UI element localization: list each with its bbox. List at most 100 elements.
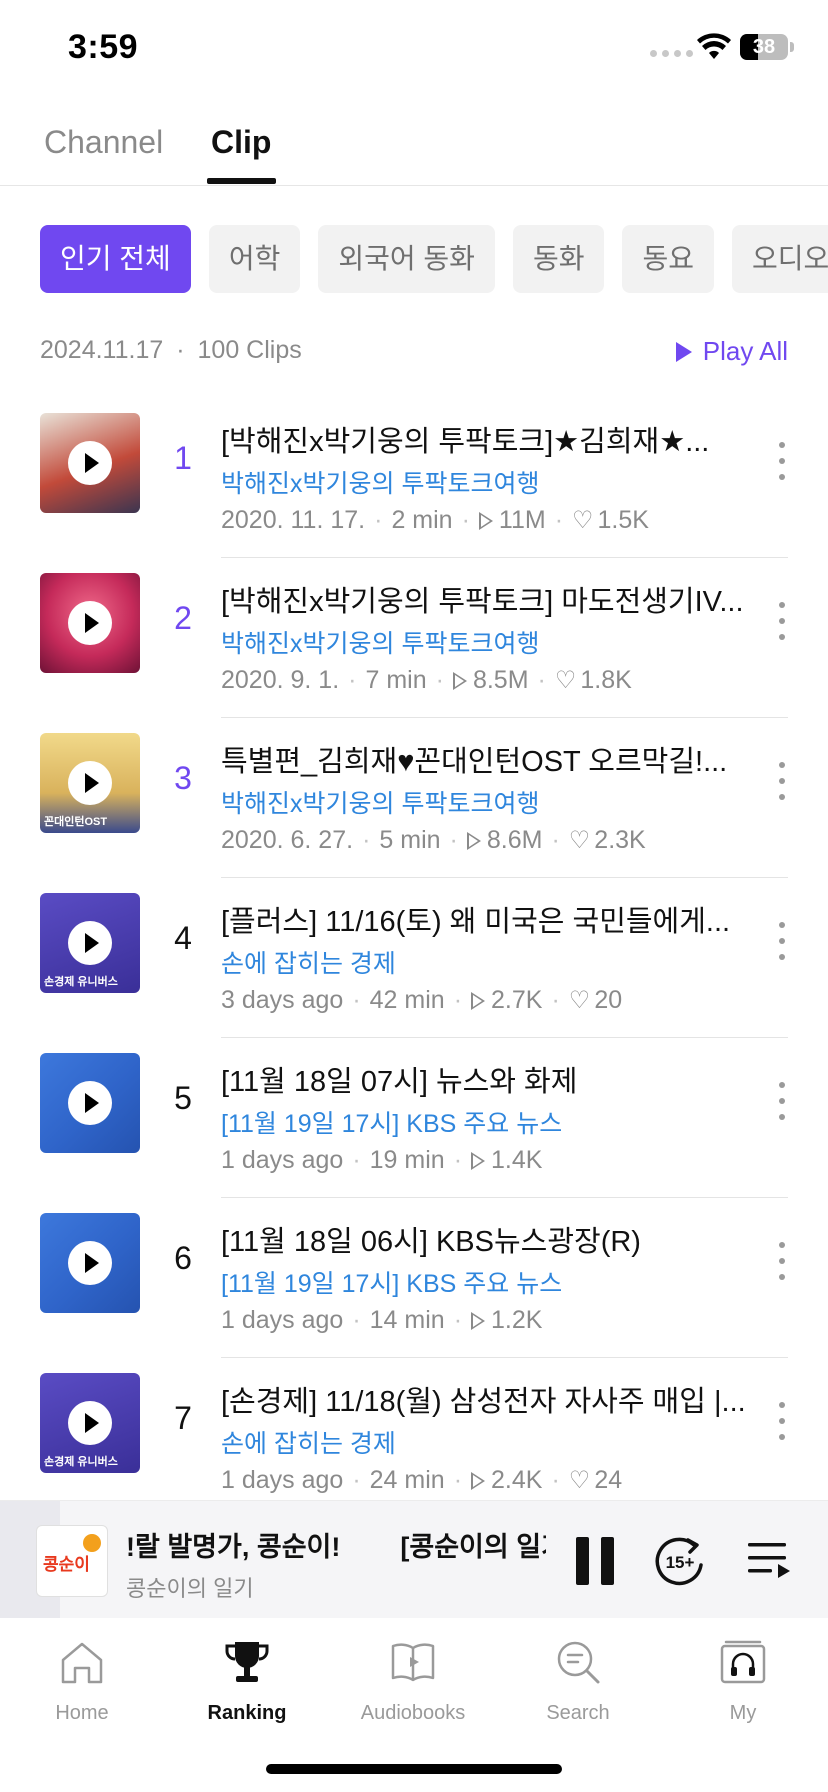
- now-playing-title[interactable]: !랄 발명가, 콩순이! [콩순이의 일기: [126, 1532, 546, 1562]
- list-separator: ·: [176, 336, 185, 364]
- home-icon: [61, 1642, 103, 1684]
- clip-duration: 19 min: [369, 1146, 445, 1174]
- chip-popular-all[interactable]: 인기 전체: [40, 225, 191, 293]
- play-icon[interactable]: [68, 1081, 112, 1125]
- play-icon[interactable]: [68, 761, 112, 805]
- clip-thumbnail[interactable]: 손경제 유니버스: [40, 893, 140, 993]
- heart-icon: ♡: [568, 827, 591, 854]
- clip-duration: 5 min: [379, 826, 441, 854]
- mini-player[interactable]: 콩순이 !랄 발명가, 콩순이! [콩순이의 일기 콩순이의 일기 15+: [0, 1500, 828, 1619]
- clip-plays: 8.5M: [472, 666, 529, 694]
- more-options-icon[interactable]: [775, 762, 789, 800]
- play-icon[interactable]: [68, 921, 112, 965]
- heart-icon: ♡: [568, 987, 591, 1014]
- clip-date: 1 days ago: [221, 1466, 344, 1494]
- clip-row[interactable]: 6 [11월 18일 06시] KBS뉴스광장(R) [11월 19일 17시]…: [0, 1198, 828, 1358]
- play-all-button[interactable]: Play All: [675, 336, 788, 367]
- pause-button[interactable]: [574, 1537, 616, 1585]
- clip-plays: 11M: [498, 506, 546, 534]
- clip-channel[interactable]: 박해진x박기웅의 투팍토크여행: [221, 624, 539, 660]
- nav-my-label: My: [729, 1702, 757, 1724]
- playlist-icon[interactable]: [746, 1537, 792, 1583]
- clip-title[interactable]: [플러스] 11/16(토) 왜 미국은 국민들에게...: [221, 898, 751, 940]
- more-options-icon[interactable]: [775, 1242, 789, 1280]
- nav-my[interactable]: My: [678, 1628, 808, 1738]
- clip-channel[interactable]: 박해진x박기웅의 투팍토크여행: [221, 464, 539, 500]
- more-options-icon[interactable]: [775, 1082, 789, 1120]
- clip-channel[interactable]: 박해진x박기웅의 투팍토크여행: [221, 784, 539, 820]
- clip-title[interactable]: [박해진x박기웅의 투팍토크]★김희재★...: [221, 418, 751, 460]
- clip-channel[interactable]: [11월 19일 17시] KBS 주요 뉴스: [221, 1264, 562, 1300]
- home-indicator[interactable]: [266, 1764, 562, 1774]
- search-icon: [557, 1641, 600, 1684]
- more-options-icon[interactable]: [775, 1402, 789, 1440]
- nav-search[interactable]: Search: [513, 1628, 643, 1738]
- heart-icon: ♡: [568, 1467, 591, 1494]
- clip-channel[interactable]: 손에 잡히는 경제: [221, 944, 396, 980]
- clip-title[interactable]: [11월 18일 07시] 뉴스와 화제: [221, 1058, 751, 1100]
- now-playing-artwork[interactable]: 콩순이: [36, 1525, 108, 1597]
- clip-thumbnail[interactable]: [40, 1213, 140, 1313]
- clip-channel[interactable]: [11월 19일 17시] KBS 주요 뉴스: [221, 1104, 562, 1140]
- clip-plays: 2.4K: [491, 1466, 543, 1494]
- chip-fairytale[interactable]: 동화: [512, 225, 605, 293]
- clip-date: 2020. 9. 1.: [221, 666, 340, 694]
- play-count-icon: [466, 831, 481, 850]
- tab-channel[interactable]: Channel: [44, 124, 163, 161]
- list-date: 2024.11.17: [40, 336, 164, 364]
- play-icon[interactable]: [68, 1401, 112, 1445]
- clip-title[interactable]: 특별편_김희재♥꼰대인턴OST 오르막길!...: [221, 738, 751, 780]
- clip-rank: 2: [174, 600, 192, 636]
- clip-duration: 7 min: [365, 666, 427, 694]
- play-icon[interactable]: [68, 601, 112, 645]
- nav-ranking[interactable]: Ranking: [182, 1628, 312, 1738]
- thumbnail-caption: 손경제 유니버스: [44, 1456, 118, 1468]
- trophy-icon: [225, 1642, 269, 1682]
- clip-likes: 20: [594, 986, 623, 1014]
- more-options-icon[interactable]: [775, 442, 789, 480]
- more-options-icon[interactable]: [775, 602, 789, 640]
- chip-children-song[interactable]: 동요: [622, 225, 715, 293]
- chip-audio[interactable]: 오디오: [732, 225, 828, 293]
- clip-likes: 1.8K: [580, 666, 632, 694]
- clip-channel[interactable]: 손에 잡히는 경제: [221, 1424, 396, 1460]
- skip-forward-15-icon[interactable]: 15+: [654, 1535, 706, 1587]
- chip-language[interactable]: 어학: [208, 225, 301, 293]
- play-icon[interactable]: [68, 1241, 112, 1285]
- clip-thumbnail[interactable]: [40, 1053, 140, 1153]
- clip-duration: 14 min: [369, 1306, 445, 1334]
- clip-likes: 2.3K: [594, 826, 646, 854]
- thumbnail-caption: 꼰대인턴OST: [44, 816, 108, 828]
- clip-row[interactable]: 꼰대인턴OST 3 특별편_김희재♥꼰대인턴OST 오르막길!... 박해진x박…: [0, 718, 828, 878]
- clip-thumbnail[interactable]: 꼰대인턴OST: [40, 733, 140, 833]
- play-all-label: Play All: [702, 336, 788, 366]
- play-count-icon: [471, 1311, 486, 1330]
- clip-thumbnail[interactable]: [40, 413, 140, 513]
- clip-row[interactable]: 1 [박해진x박기웅의 투팍토크]★김희재★... 박해진x박기웅의 투팍토크여…: [0, 398, 828, 558]
- nav-home[interactable]: Home: [17, 1628, 147, 1738]
- chip-foreign-fairytale[interactable]: 외국어 동화: [318, 225, 495, 293]
- play-count-icon: [478, 511, 493, 530]
- clip-row[interactable]: 5 [11월 18일 07시] 뉴스와 화제 [11월 19일 17시] KBS…: [0, 1038, 828, 1198]
- clip-rank: 1: [174, 440, 192, 476]
- clip-row[interactable]: 손경제 유니버스 7 [손경제] 11/18(월) 삼성전자 자사주 매입 |.…: [0, 1358, 828, 1518]
- clip-title[interactable]: [박해진x박기웅의 투팍토크] 마도전생기IV...: [221, 578, 751, 620]
- clip-thumbnail[interactable]: [40, 573, 140, 673]
- battery-icon: 38: [740, 34, 788, 60]
- more-options-icon[interactable]: [775, 922, 789, 960]
- cellular-signal-icon: [650, 50, 693, 57]
- clip-title[interactable]: [손경제] 11/18(월) 삼성전자 자사주 매입 |...: [221, 1378, 751, 1420]
- clip-duration: 42 min: [369, 986, 445, 1014]
- clip-thumbnail[interactable]: 손경제 유니버스: [40, 1373, 140, 1473]
- clip-row[interactable]: 손경제 유니버스 4 [플러스] 11/16(토) 왜 미국은 국민들에게...…: [0, 878, 828, 1038]
- clip-rank: 7: [174, 1400, 192, 1436]
- play-count-icon: [452, 671, 467, 690]
- play-icon[interactable]: [68, 441, 112, 485]
- tab-clip[interactable]: Clip: [211, 124, 271, 161]
- clip-title[interactable]: [11월 18일 06시] KBS뉴스광장(R): [221, 1218, 751, 1260]
- nav-audiobooks[interactable]: Audiobooks: [348, 1628, 478, 1738]
- nav-home-label: Home: [55, 1702, 109, 1724]
- play-count-icon: [471, 991, 486, 1010]
- play-icon: [675, 341, 692, 362]
- clip-row[interactable]: 2 [박해진x박기웅의 투팍토크] 마도전생기IV... 박해진x박기웅의 투팍…: [0, 558, 828, 718]
